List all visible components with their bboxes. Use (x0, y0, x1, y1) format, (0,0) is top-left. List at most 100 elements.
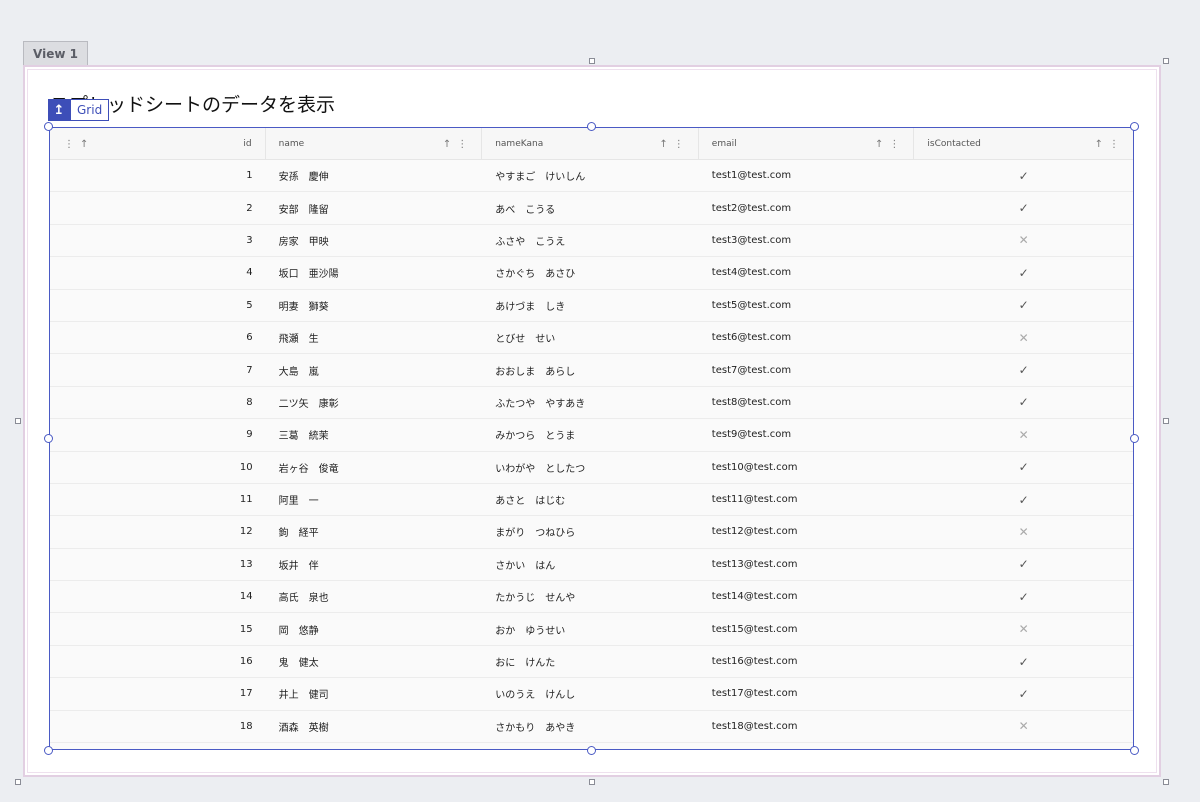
cell-email: test15@test.com (711, 623, 798, 635)
check-icon: ✓ (1018, 265, 1029, 280)
table-row[interactable]: 4 坂口 亜沙陽 さかぐち あさひ test4@test.com ✓ (50, 257, 1133, 290)
column-header-name[interactable]: name ↑ ⋮ (266, 128, 483, 160)
sort-ascending-icon[interactable]: ↑ (443, 139, 451, 150)
table-row[interactable]: 1 安孫 慶伸 やすまご けいしん test1@test.com ✓ (50, 160, 1133, 193)
column-menu-icon[interactable]: ⋮ (64, 139, 74, 150)
column-menu-icon[interactable]: ⋮ (457, 139, 467, 150)
cell-namekana: あべ こうる (495, 204, 556, 216)
grid-resize-handle-left[interactable] (44, 434, 53, 443)
check-icon: ✓ (1018, 168, 1029, 183)
view-resize-handle-bottom[interactable] (589, 779, 595, 785)
cell-name: 明妻 獅葵 (278, 301, 329, 313)
cell-name: 安孫 慶伸 (278, 172, 329, 184)
cell-namekana: ふさや こうえ (495, 236, 566, 248)
cell-namekana: みかつら とうま (495, 431, 576, 443)
grid-resize-handle-right[interactable] (1130, 434, 1139, 443)
column-menu-icon[interactable]: ⋮ (674, 139, 684, 150)
view-resize-handle-left[interactable] (15, 418, 21, 424)
view-tab[interactable]: View 1 (23, 41, 88, 65)
column-header-iscontacted[interactable]: isContacted ↑ ⋮ (914, 128, 1133, 160)
view-resize-handle-bottom-left[interactable] (15, 779, 21, 785)
column-menu-icon[interactable]: ⋮ (1109, 139, 1119, 150)
cell-email: test18@test.com (711, 720, 798, 732)
cell-namekana: あさと はじむ (495, 496, 566, 508)
cross-icon: ✕ (1018, 427, 1029, 442)
cell-email: test17@test.com (711, 688, 798, 700)
grid-header: ⋮ ↑ id name ↑ ⋮ nameKana ↑ ⋮ email ↑ ⋮ i… (50, 128, 1133, 160)
cross-icon: ✕ (1018, 622, 1029, 637)
table-row[interactable]: 13 坂井 伴 さかい はん test13@test.com ✓ (50, 548, 1133, 582)
cell-email: test7@test.com (711, 364, 792, 376)
canvas: View 1 スプレッドシートのデータを表示 ↥ Grid ⋮ ↑ id nam… (0, 0, 1200, 802)
column-header-label: id (243, 139, 252, 149)
column-menu-icon[interactable]: ⋮ (889, 139, 899, 150)
table-row[interactable]: 17 井上 健司 いのうえ けんし test17@test.com ✓ (50, 678, 1133, 711)
cell-email: test5@test.com (711, 299, 792, 311)
cell-id: 18 (239, 720, 253, 732)
table-row[interactable]: 6 飛瀬 生 とびせ せい test6@test.com ✕ (50, 321, 1133, 355)
table-row[interactable]: 2 安部 隆留 あべ こうる test2@test.com ✓ (50, 192, 1133, 225)
table-row[interactable]: 3 房家 甲映 ふさや こうえ test3@test.com ✕ (50, 224, 1133, 258)
grid-resize-handle-bottom-left[interactable] (44, 746, 53, 755)
cell-name: 大島 嵐 (278, 366, 319, 378)
cross-icon: ✕ (1018, 719, 1029, 734)
select-parent-icon[interactable]: ↥ (48, 99, 70, 121)
table-row[interactable]: 9 三葛 統茉 みかつら とうま test9@test.com ✕ (50, 419, 1133, 452)
table-row[interactable]: 11 阿里 一 あさと はじむ test11@test.com ✓ (50, 483, 1133, 517)
sort-ascending-icon[interactable]: ↑ (875, 139, 883, 150)
cell-email: test12@test.com (711, 526, 798, 538)
data-grid[interactable]: ⋮ ↑ id name ↑ ⋮ nameKana ↑ ⋮ email ↑ ⋮ i… (49, 127, 1134, 750)
cell-name: 阿里 一 (278, 496, 319, 508)
table-row[interactable]: 10 岩ヶ谷 俊竜 いわがや としたつ test10@test.com ✓ (50, 451, 1133, 484)
column-header-label: email (711, 139, 737, 149)
cell-namekana: やすまご けいしん (495, 172, 586, 184)
cell-id: 7 (246, 364, 253, 376)
cell-id: 3 (246, 234, 253, 246)
cross-icon: ✕ (1018, 330, 1029, 345)
cross-icon: ✕ (1018, 524, 1029, 539)
cell-name: 房家 甲映 (278, 236, 329, 248)
table-row[interactable]: 7 大島 嵐 おおしま あらし test7@test.com ✓ (50, 354, 1133, 387)
table-row[interactable]: 16 鬼 健太 おに けんた test16@test.com ✓ (50, 645, 1133, 679)
table-row[interactable]: 18 酒森 英樹 さかもり あやき test18@test.com ✕ (50, 710, 1133, 744)
view-resize-handle-bottom-right[interactable] (1163, 779, 1169, 785)
sort-ascending-icon[interactable]: ↑ (659, 139, 667, 150)
grid-resize-handle-bottom[interactable] (587, 746, 596, 755)
cell-namekana: おに けんた (495, 658, 556, 670)
table-row[interactable]: 8 二ツ矢 康彰 ふたつや やすあき test8@test.com ✓ (50, 386, 1133, 420)
cell-namekana: いのうえ けんし (495, 690, 576, 702)
cell-name: 坂口 亜沙陽 (278, 269, 339, 281)
view-resize-handle-top[interactable] (589, 58, 595, 64)
grid-resize-handle-top-right[interactable] (1130, 122, 1139, 131)
check-icon: ✓ (1018, 492, 1029, 507)
cell-id: 16 (239, 656, 253, 668)
cell-namekana: たかうじ せんや (495, 593, 576, 605)
grid-resize-handle-top-left[interactable] (44, 122, 53, 131)
column-header-id[interactable]: ⋮ ↑ id (50, 128, 266, 160)
check-icon: ✓ (1018, 654, 1029, 669)
cell-id: 9 (246, 429, 253, 441)
sort-ascending-icon[interactable]: ↑ (1095, 139, 1103, 150)
view-resize-handle-top-right[interactable] (1163, 58, 1169, 64)
table-row[interactable]: 5 明妻 獅葵 あけづま しき test5@test.com ✓ (50, 289, 1133, 322)
column-header-namekana[interactable]: nameKana ↑ ⋮ (482, 128, 699, 160)
view-resize-handle-right[interactable] (1163, 418, 1169, 424)
cell-email: test8@test.com (711, 396, 792, 408)
grid-resize-handle-top[interactable] (587, 122, 596, 131)
grid-resize-handle-bottom-right[interactable] (1130, 746, 1139, 755)
column-header-email[interactable]: email ↑ ⋮ (699, 128, 915, 160)
cell-email: test9@test.com (711, 429, 792, 441)
cell-email: test13@test.com (711, 558, 798, 570)
table-row[interactable]: 15 岡 悠静 おか ゆうせい test15@test.com ✕ (50, 613, 1133, 646)
cell-email: test10@test.com (711, 461, 798, 473)
cell-id: 1 (246, 170, 253, 182)
cell-email: test2@test.com (711, 202, 792, 214)
cell-namekana: さかぐち あさひ (495, 269, 576, 281)
table-row[interactable]: 12 鉤 経平 まがり つねひら test12@test.com ✕ (50, 516, 1133, 549)
cell-namekana: おか ゆうせい (495, 625, 566, 637)
check-icon: ✓ (1018, 201, 1029, 216)
cell-name: 安部 隆留 (278, 204, 329, 216)
sort-ascending-icon[interactable]: ↑ (80, 139, 88, 150)
grid-selection-badge[interactable]: ↥ Grid (48, 99, 110, 121)
table-row[interactable]: 14 高氏 泉也 たかうじ せんや test14@test.com ✓ (50, 581, 1133, 614)
